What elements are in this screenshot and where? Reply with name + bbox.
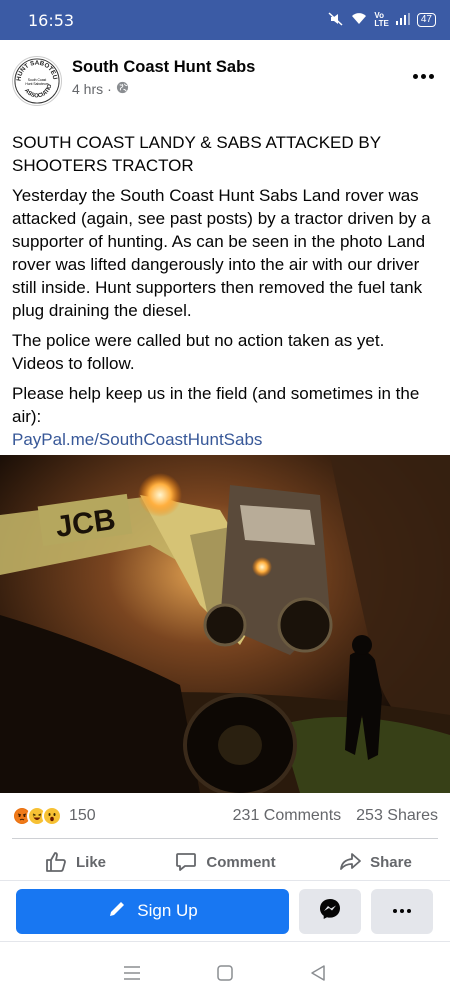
comments-count[interactable]: 231 Comments xyxy=(233,807,342,825)
night-tractor-photo: JCB xyxy=(0,455,450,793)
sign-up-label: Sign Up xyxy=(137,901,198,920)
more-dot xyxy=(393,909,397,913)
pencil-icon xyxy=(107,899,127,924)
post-header: HUNT SABOTEURS ASSOCIATION South Coast H… xyxy=(0,56,450,116)
hunt-saboteurs-logo: HUNT SABOTEURS ASSOCIATION South Coast H… xyxy=(13,57,60,104)
post-body: SOUTH COAST LANDY & SABS ATTACKED BY SHO… xyxy=(12,131,440,451)
recent-apps-icon[interactable] xyxy=(123,965,141,986)
wifi-icon xyxy=(351,12,367,28)
back-icon[interactable] xyxy=(309,964,327,987)
messenger-icon xyxy=(318,897,342,926)
post-meta: 4 hrs · xyxy=(72,81,255,97)
reaction-count[interactable]: 150 xyxy=(69,807,96,825)
post-options-button[interactable] xyxy=(408,66,438,86)
page-cta-bar: Sign Up xyxy=(0,880,450,942)
system-nav-bar xyxy=(0,950,450,1000)
battery-icon: 47 xyxy=(416,13,436,27)
shares-count[interactable]: 253 Shares xyxy=(356,807,438,825)
svg-text:Hunt Saboteurs: Hunt Saboteurs xyxy=(25,82,49,86)
post-time[interactable]: 4 hrs xyxy=(72,81,103,97)
status-bar: 16:53 Vo LTE 47 xyxy=(0,0,450,40)
meta-separator: · xyxy=(107,81,112,97)
reactions-summary: 150 231 Comments 253 Shares xyxy=(12,803,438,829)
status-icons: Vo LTE 47 xyxy=(328,12,436,29)
comment-icon xyxy=(174,850,198,874)
comment-label: Comment xyxy=(206,853,276,871)
more-dot xyxy=(412,73,418,79)
post-paragraph: Please help keep us in the field (and so… xyxy=(12,382,440,451)
sign-up-button[interactable]: Sign Up xyxy=(16,888,289,934)
messenger-button[interactable] xyxy=(299,888,361,934)
more-dot xyxy=(428,73,434,79)
post-headline: SOUTH COAST LANDY & SABS ATTACKED BY SHO… xyxy=(12,133,381,175)
volte-icon: Vo LTE xyxy=(374,11,389,28)
paypal-link[interactable]: PayPal.me/SouthCoastHuntSabs xyxy=(12,430,262,449)
mute-icon xyxy=(328,11,344,29)
more-dot xyxy=(400,909,404,913)
post-paragraph: The police were called but no action tak… xyxy=(12,331,385,373)
post-header-text: South Coast Hunt Sabs 4 hrs · xyxy=(72,58,255,97)
post-paragraph-text: Please help keep us in the field (and so… xyxy=(12,384,420,426)
like-button[interactable]: Like xyxy=(0,850,150,874)
post-paragraph: Yesterday the South Coast Hunt Sabs Land… xyxy=(12,186,431,320)
more-options-button[interactable] xyxy=(371,888,433,934)
divider xyxy=(12,838,438,839)
share-button[interactable]: Share xyxy=(300,850,450,874)
reaction-icons[interactable] xyxy=(12,806,62,826)
status-time: 16:53 xyxy=(28,10,75,30)
more-dot xyxy=(407,909,411,913)
wow-icon xyxy=(42,806,62,826)
globe-icon xyxy=(116,81,129,97)
share-icon xyxy=(338,850,362,874)
more-dot xyxy=(420,73,426,79)
home-icon[interactable] xyxy=(216,964,234,987)
page-name[interactable]: South Coast Hunt Sabs xyxy=(72,58,255,77)
thumbs-up-icon xyxy=(44,850,68,874)
post-actions: Like Comment Share xyxy=(0,842,450,882)
signal-icon xyxy=(395,12,410,28)
comment-button[interactable]: Comment xyxy=(150,850,300,874)
share-label: Share xyxy=(370,853,412,871)
page-avatar[interactable]: HUNT SABOTEURS ASSOCIATION South Coast H… xyxy=(12,56,62,106)
like-label: Like xyxy=(75,853,106,871)
post-photo[interactable]: JCB xyxy=(0,455,450,793)
